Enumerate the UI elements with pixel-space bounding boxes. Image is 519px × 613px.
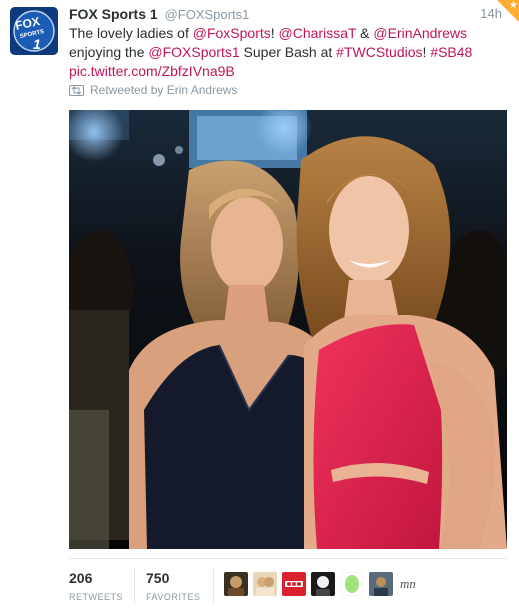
retweet-icon xyxy=(69,84,84,96)
mention-charissat[interactable]: @CharissaT xyxy=(279,25,357,41)
favoriter-avatar[interactable]: mn xyxy=(398,572,422,596)
stats-separator xyxy=(134,568,135,604)
avatar-logo-number: 1 xyxy=(33,36,41,52)
mention-foxsports[interactable]: @FoxSports xyxy=(193,25,271,41)
account-username[interactable]: @FOXSports1 xyxy=(165,7,250,22)
stats-divider xyxy=(69,558,507,559)
favoriter-avatar[interactable] xyxy=(224,572,248,596)
tweet-header: FOX Sports 1 @FOXSports1 xyxy=(69,4,249,24)
account-fullname[interactable]: FOX Sports 1 xyxy=(69,6,158,22)
photo-link[interactable]: pic.twitter.com/ZbfzIVna9B xyxy=(69,63,235,79)
hashtag-twcstudios[interactable]: #TWCStudios xyxy=(336,44,422,60)
favoriter-avatar-text: mn xyxy=(400,576,416,591)
text-segment: The lovely ladies of xyxy=(69,25,193,41)
favoriter-avatars: mn xyxy=(224,572,427,596)
tweet-text: The lovely ladies of @FoxSports! @Charis… xyxy=(69,24,499,81)
retweets-label: RETWEETS xyxy=(69,592,124,602)
favorites-stat[interactable]: 750 FAVORITES xyxy=(146,570,200,604)
mention-foxsports1[interactable]: @FOXSports1 xyxy=(148,44,239,60)
mention-erinandrews[interactable]: @ErinAndrews xyxy=(373,25,467,41)
favoriter-avatar[interactable] xyxy=(253,572,277,596)
avatar[interactable]: FOX SPORTS 1 xyxy=(10,7,58,55)
tweet-photo[interactable] xyxy=(69,110,507,549)
text-segment: ! xyxy=(270,25,279,41)
hashtag-sb48[interactable]: #SB48 xyxy=(430,44,472,60)
text-segment: enjoying the xyxy=(69,44,149,60)
tweet-timestamp[interactable]: 14h xyxy=(480,5,502,23)
stats-separator xyxy=(213,568,214,604)
favoriter-avatar[interactable] xyxy=(340,572,364,596)
favorites-count: 750 xyxy=(146,570,170,586)
retweeted-by: Retweeted by Erin Andrews xyxy=(69,82,237,98)
tweet: ★ FOX SPORTS 1 FOX Sports 1 @FOXSports1 … xyxy=(0,0,519,613)
favorite-star-icon: ★ xyxy=(509,0,518,11)
favoriter-avatar[interactable] xyxy=(282,572,306,596)
retweets-count: 206 xyxy=(69,570,93,586)
text-segment: & xyxy=(356,25,374,41)
favoriter-avatar[interactable] xyxy=(311,572,335,596)
favorites-label: FAVORITES xyxy=(146,592,201,602)
text-segment: Super Bash at xyxy=(239,44,337,60)
retweeted-by-label[interactable]: Retweeted by Erin Andrews xyxy=(90,82,237,98)
retweets-stat[interactable]: 206 RETWEETS xyxy=(69,570,123,604)
favoriter-avatar[interactable] xyxy=(369,572,393,596)
